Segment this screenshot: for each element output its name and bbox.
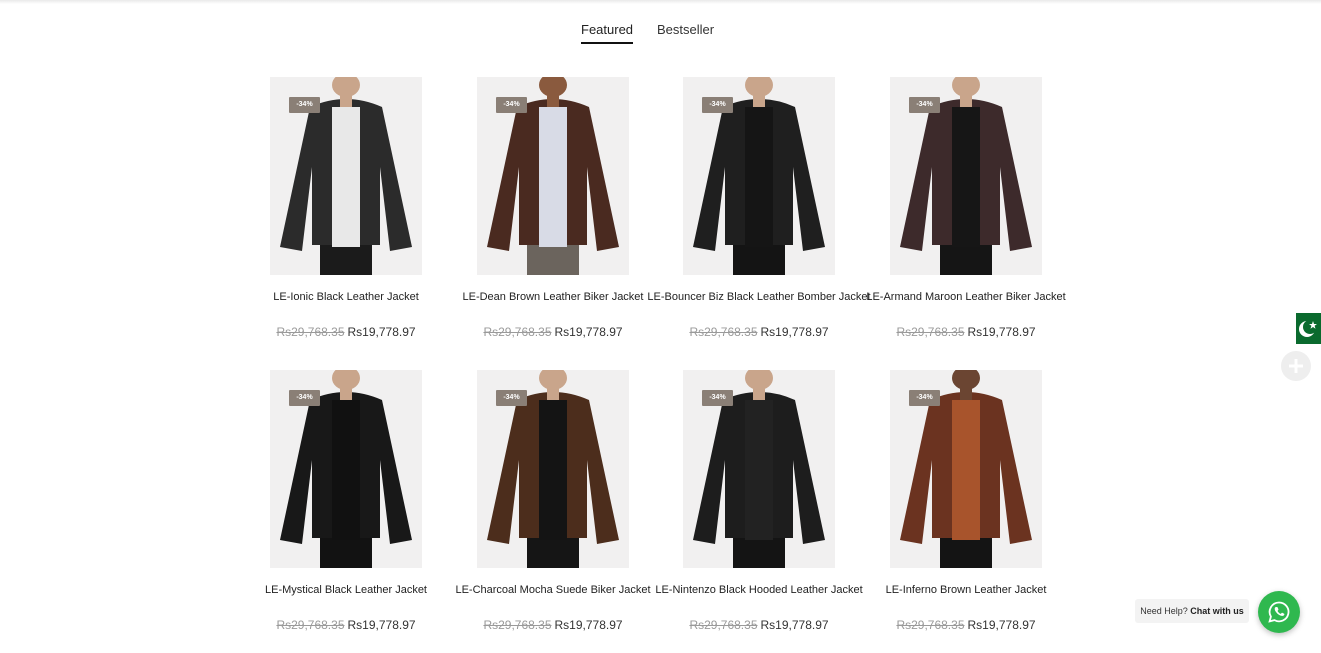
- plus-icon: [1289, 359, 1303, 373]
- product-grid: -34% LE-Ionic Black Leather Jacket Rs29,…: [0, 0, 1321, 653]
- discount-badge: -34%: [702, 97, 733, 113]
- whatsapp-chat-button[interactable]: [1258, 591, 1300, 633]
- sale-price: Rs19,778.97: [554, 618, 623, 632]
- sale-price: Rs19,778.97: [967, 325, 1036, 339]
- help-prefix: Need Help?: [1140, 606, 1188, 616]
- old-price: Rs29,768.35: [483, 618, 552, 632]
- sale-price: Rs19,778.97: [760, 325, 829, 339]
- discount-badge: -34%: [289, 97, 320, 113]
- old-price: Rs29,768.35: [689, 618, 758, 632]
- sale-price: Rs19,778.97: [347, 325, 416, 339]
- old-price: Rs29,768.35: [896, 618, 965, 632]
- discount-badge: -34%: [702, 390, 733, 406]
- product-title[interactable]: LE-Inferno Brown Leather Jacket: [826, 583, 1106, 597]
- product-image[interactable]: -34%: [477, 370, 629, 568]
- whatsapp-icon: [1268, 601, 1290, 623]
- old-price: Rs29,768.35: [483, 325, 552, 339]
- sale-price: Rs19,778.97: [967, 618, 1036, 632]
- old-price: Rs29,768.35: [276, 325, 345, 339]
- product-image[interactable]: -34%: [270, 77, 422, 275]
- help-chat-label[interactable]: Need Help? Chat with us: [1135, 599, 1249, 623]
- sale-price: Rs19,778.97: [554, 325, 623, 339]
- help-strong: Chat with us: [1190, 606, 1244, 616]
- sale-price: Rs19,778.97: [347, 618, 416, 632]
- product-image[interactable]: -34%: [683, 370, 835, 568]
- discount-badge: -34%: [909, 97, 940, 113]
- old-price: Rs29,768.35: [896, 325, 965, 339]
- sale-price: Rs19,778.97: [760, 618, 829, 632]
- flag-stripe: [1288, 313, 1296, 344]
- product-image[interactable]: -34%: [890, 77, 1042, 275]
- product-image[interactable]: -34%: [890, 370, 1042, 568]
- discount-badge: -34%: [289, 390, 320, 406]
- product-image[interactable]: -34%: [477, 77, 629, 275]
- product-price: Rs29,768.35 Rs19,778.97: [826, 618, 1106, 632]
- old-price: Rs29,768.35: [276, 618, 345, 632]
- product-image[interactable]: -34%: [683, 77, 835, 275]
- discount-badge: -34%: [496, 390, 527, 406]
- discount-badge: -34%: [496, 97, 527, 113]
- product-title[interactable]: LE-Armand Maroon Leather Biker Jacket: [826, 290, 1106, 304]
- product-price: Rs29,768.35 Rs19,778.97: [826, 325, 1106, 339]
- product-image[interactable]: -34%: [270, 370, 422, 568]
- expand-plus-button[interactable]: [1281, 351, 1311, 381]
- crescent-star-icon: [1299, 320, 1317, 337]
- old-price: Rs29,768.35: [689, 325, 758, 339]
- discount-badge: -34%: [909, 390, 940, 406]
- pakistan-flag-icon[interactable]: [1288, 313, 1321, 344]
